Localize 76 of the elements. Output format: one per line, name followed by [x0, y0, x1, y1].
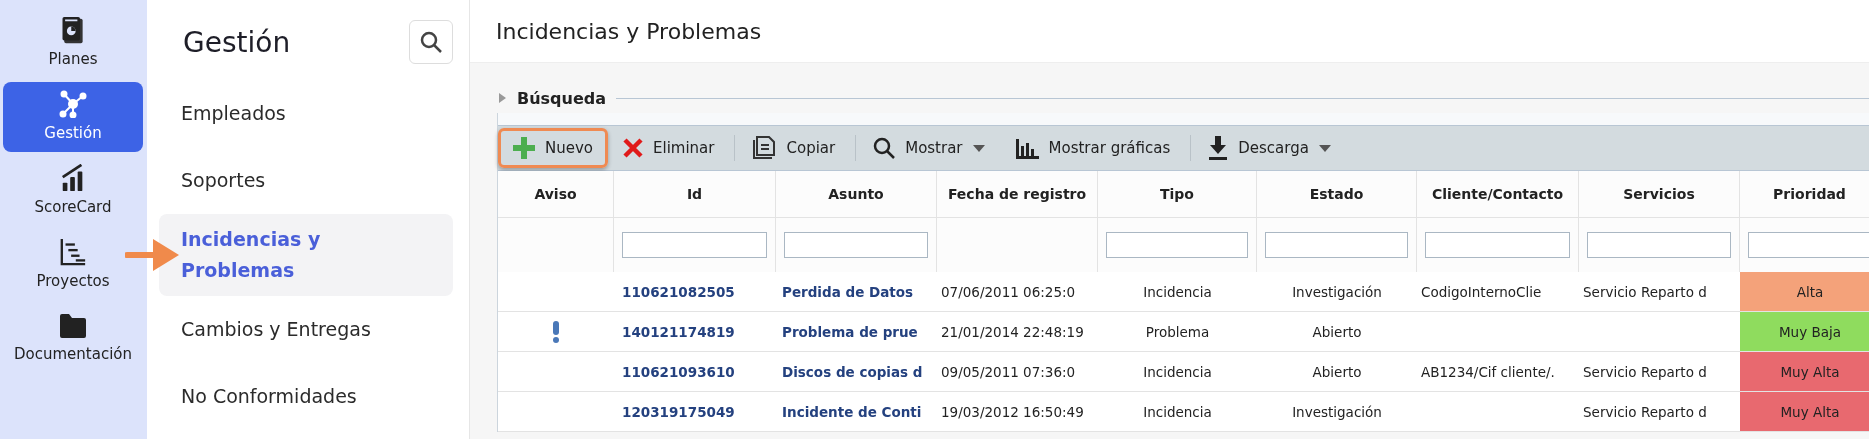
- column-header[interactable]: Id: [614, 171, 776, 218]
- table-cell: Investigación: [1292, 403, 1382, 420]
- network-icon: [59, 90, 87, 118]
- nav-item[interactable]: ScoreCard: [3, 156, 143, 226]
- column-header[interactable]: Servicios: [1579, 171, 1740, 218]
- caret-icon: [972, 144, 985, 152]
- nav-item[interactable]: Documentación: [3, 304, 143, 374]
- table-cell: Servicio Reparto d: [1583, 403, 1707, 420]
- filter-field[interactable]: [622, 232, 767, 258]
- search-icon: [419, 30, 443, 54]
- column-header[interactable]: Aviso: [498, 171, 614, 218]
- bar-chart-icon: [1014, 137, 1039, 159]
- expand-icon[interactable]: [497, 93, 507, 103]
- table-link[interactable]: Discos de copias d: [782, 363, 923, 380]
- page-title: Incidencias y Problemas: [496, 18, 762, 44]
- filter-field[interactable]: [784, 232, 928, 258]
- sidebar-item[interactable]: Cambios y Entregas: [159, 296, 453, 363]
- table-cell: CodigoInternoClie: [1421, 283, 1542, 300]
- priority-cell: Muy Alta: [1740, 352, 1869, 392]
- nav-item[interactable]: Planes: [3, 8, 143, 78]
- priority-cell: Alta: [1740, 272, 1869, 312]
- column-header[interactable]: Asunto: [776, 171, 937, 218]
- column-header[interactable]: Estado: [1257, 171, 1417, 218]
- table-cell: AB1234/Cif cliente/.: [1421, 363, 1555, 380]
- exclamation-icon: [552, 320, 560, 343]
- sidebar-item[interactable]: Incidencias y Problemas: [159, 214, 453, 296]
- sidebar-item[interactable]: No Conformidades: [159, 363, 453, 430]
- sidebar-title: Gestión: [183, 25, 291, 59]
- table-cell: Problema: [1145, 323, 1210, 340]
- sidebar-item[interactable]: Soportes: [159, 147, 453, 214]
- copy-icon: [752, 136, 777, 160]
- nav-item[interactable]: Gestión: [3, 82, 143, 152]
- toolbar-button[interactable]: Nuevo: [498, 128, 608, 168]
- search-icon: [873, 137, 896, 159]
- table-link[interactable]: Perdida de Datos: [782, 283, 914, 300]
- filter-field[interactable]: [1587, 232, 1731, 258]
- search-button[interactable]: [409, 20, 453, 64]
- table-link[interactable]: 110621093610: [622, 363, 735, 380]
- nav-item[interactable]: Proyectos: [3, 230, 143, 300]
- table-cell: Abierto: [1312, 323, 1362, 340]
- priority-cell: Muy Alta: [1740, 392, 1869, 432]
- table-cell: Incidencia: [1143, 403, 1212, 420]
- search-section-label: Búsqueda: [517, 88, 607, 108]
- table-cell: Abierto: [1312, 363, 1362, 380]
- table-link[interactable]: 110621082505: [622, 283, 735, 300]
- table-link[interactable]: 120319175049: [622, 403, 735, 420]
- table-cell: 19/03/2012 16:50:49: [941, 403, 1084, 420]
- toolbar-button[interactable]: Eliminar: [608, 128, 730, 168]
- column-header[interactable]: Fecha de registro: [937, 171, 1098, 218]
- table-cell: Servicio Reparto d: [1583, 283, 1707, 300]
- column-header[interactable]: Tipo: [1098, 171, 1257, 218]
- sidebar-item[interactable]: Empleados: [159, 80, 453, 147]
- filter-field[interactable]: [1425, 232, 1570, 258]
- table-link[interactable]: 140121174819: [622, 323, 735, 340]
- filter-field[interactable]: [1106, 232, 1248, 258]
- table-cell: Incidencia: [1143, 283, 1212, 300]
- priority-cell: Muy Baja: [1740, 312, 1869, 352]
- download-icon: [1208, 136, 1229, 160]
- table-cell: 21/01/2014 22:48:19: [941, 323, 1084, 340]
- filter-field[interactable]: [1265, 232, 1408, 258]
- close-icon: [623, 138, 643, 158]
- table-cell: Servicio Reparto d: [1583, 363, 1707, 380]
- folder-icon: [59, 313, 87, 339]
- table-link[interactable]: Incidente de Conti: [782, 403, 922, 420]
- report-icon: [60, 16, 86, 44]
- table-cell: Incidencia: [1143, 363, 1212, 380]
- table-cell: 07/06/2011 06:25:0: [941, 283, 1076, 300]
- filter-field[interactable]: [1748, 232, 1869, 258]
- plus-icon: [513, 137, 535, 159]
- caret-icon: [1318, 144, 1331, 152]
- toolbar-button[interactable]: Mostrar gráficas: [999, 128, 1186, 168]
- column-header[interactable]: Cliente/Contacto: [1417, 171, 1579, 218]
- table-cell: 09/05/2011 07:36:0: [941, 363, 1076, 380]
- table-cell: Investigación: [1292, 283, 1382, 300]
- gantt-icon: [59, 238, 87, 266]
- table-link[interactable]: Problema de prue: [782, 323, 918, 340]
